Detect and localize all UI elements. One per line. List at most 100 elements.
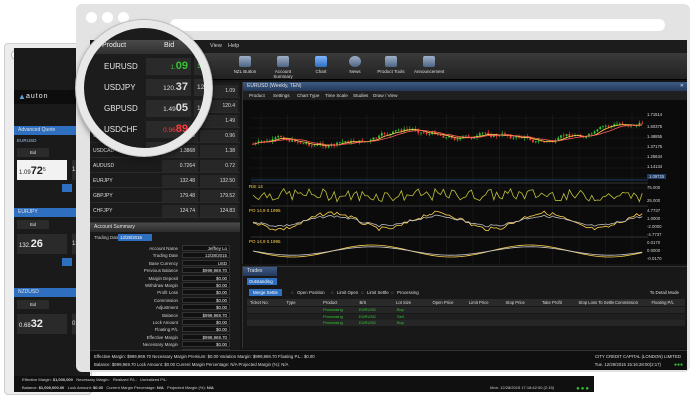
bid-price[interactable]: 0.6832 [17, 314, 67, 334]
bid-price[interactable]: 1.09725 [17, 160, 67, 180]
trades-column-header[interactable]: Ticket No. [250, 300, 269, 305]
quote-bid[interactable]: 132.48 [162, 175, 198, 187]
radio-processing[interactable]: Processing [397, 288, 419, 297]
chart-menu-time-scale[interactable]: Time Scale [325, 91, 348, 100]
bid-label: Bid [17, 220, 49, 229]
magnified-quote-row[interactable]: USDJPY 120.37 120.4 [84, 77, 204, 97]
account-field-label: Lock Amount [152, 320, 178, 325]
chart-menu-draw-view[interactable]: Draw / View [373, 91, 397, 100]
trades-column-header[interactable]: Stop Price [506, 300, 525, 305]
price-chart[interactable] [243, 100, 687, 264]
trades-column-header[interactable]: Commission [615, 300, 638, 305]
quote-row[interactable]: CHFJPY 124.74 124.83 [90, 204, 240, 218]
bid-label: Bid [17, 148, 49, 157]
magnified-quote-row[interactable]: EURUSD 1.09 1.09 [84, 56, 204, 76]
candle [562, 135, 565, 137]
nzl-button[interactable]: NZL Button [230, 55, 260, 74]
quote-ask[interactable]: 132.50 [200, 175, 238, 187]
account-field-label: Withdraw Margin [145, 283, 178, 288]
magnified-quote-row[interactable]: USDCHF 0.9689 0.96 [84, 119, 204, 139]
account-row: Adjustment $0.00 [90, 304, 240, 311]
magnified-quote-row[interactable]: GBPUSD 1.4905 1.49 [84, 98, 204, 118]
quote-row[interactable]: EURJPY 132.48 132.50 [90, 174, 240, 188]
magnifier: Product Bid EURUSD 1.09 1.09 USDJPY 120.37 12… [76, 20, 212, 156]
candle [596, 129, 599, 132]
trades-column-header[interactable]: Open Price [433, 300, 454, 305]
product-tools-button[interactable]: Product Tools [376, 55, 406, 74]
account-summary-button[interactable]: Account Summary [268, 55, 298, 79]
quote-bid[interactable]: 1.09 [146, 58, 191, 75]
quote-ask[interactable]: 179.52 [200, 190, 238, 202]
trade-row[interactable]: Processing EURUSD Sell [247, 313, 685, 320]
menu-help[interactable]: Help [228, 40, 239, 53]
trades-column-header[interactable]: Floating P/L [652, 300, 674, 305]
detail-mode-checkbox[interactable]: To Detail Mode [650, 288, 679, 297]
candle [378, 135, 380, 138]
chart-menu-settings[interactable]: Settings [273, 91, 290, 100]
account-field-label: Balance [162, 312, 178, 318]
candle [386, 133, 389, 135]
tab-outstanding[interactable]: Outstanding [247, 278, 277, 285]
quote-ask[interactable]: 124.83 [200, 205, 238, 217]
announcement-button[interactable]: Announcement [414, 55, 444, 74]
chart-button[interactable]: Chart [306, 55, 336, 74]
trades-column-header[interactable]: Take Profit [542, 300, 562, 305]
trades-column-header[interactable]: Product [323, 300, 337, 305]
quote-ask[interactable]: 0.72 [200, 160, 238, 172]
trading-date-select[interactable]: 12/28/2015 [118, 234, 152, 241]
chart-menu-product[interactable]: Product [249, 91, 265, 100]
quote-row[interactable]: AUDUSD 0.7264 0.72 [90, 159, 240, 173]
menu-view[interactable]: View [210, 40, 222, 53]
quote-bid[interactable]: 120.37 [146, 79, 191, 96]
radio-open-position[interactable]: Open Position [297, 288, 325, 297]
candle [590, 133, 593, 135]
account-field-label: Effective Margin [146, 334, 178, 340]
candle [484, 132, 487, 134]
quote-symbol: USDCHF [104, 125, 138, 134]
account-field-value: $999,969.70 [182, 267, 230, 274]
radio-limit-settle[interactable]: Limit Settle [367, 288, 389, 297]
candle [464, 135, 467, 137]
quote-bid[interactable]: 1.4905 [146, 100, 191, 117]
quote-ask[interactable]: 1.38 [200, 145, 238, 157]
quote-row[interactable]: GBPJPY 179.48 179.52 [90, 189, 240, 203]
trades-column-header[interactable]: Limit Price [469, 300, 489, 305]
chart-menu-studies[interactable]: Studies [353, 91, 368, 100]
quote-symbol: GBPJPY [93, 193, 113, 199]
quote-bid[interactable]: 0.9689 [146, 121, 191, 138]
account-field-value: USD [182, 259, 230, 266]
account-row: Lock Amount $0.00 [90, 319, 240, 326]
account-row: Balance $999,969.70 [90, 311, 240, 319]
account-field-value: $999,969.70 [182, 311, 230, 318]
trades-column-header[interactable]: Lot Size [396, 300, 411, 305]
trades-column-header[interactable]: Type [287, 300, 296, 305]
trades-column-header[interactable]: Stop Loss To Settle [579, 300, 615, 305]
close-icon[interactable]: ✕ [680, 83, 684, 89]
chart-menu-chart-type[interactable]: Chart Type [297, 91, 319, 100]
nzl-icon [239, 56, 251, 67]
account-field-label: Trading Date [152, 253, 178, 259]
account-row: Account Name Jeffrey Lo [90, 245, 240, 252]
company-name: CITY CREDIT CAPITAL (LONDON) LIMITED [594, 354, 681, 359]
account-field-value: $999,969.70 [182, 333, 230, 340]
quote-bid[interactable]: 124.74 [162, 205, 198, 217]
quote-ask[interactable]: 1.49 [200, 115, 238, 127]
trades-column-header[interactable]: B/S [360, 300, 367, 305]
quote-ask[interactable]: 120.4 [194, 79, 204, 96]
back-datetime: Mon. 12/28/2015 17:18:42:00 (2:15) [490, 385, 554, 390]
news-button[interactable]: News [340, 55, 370, 74]
merge-settle-button[interactable]: Merge Settle [249, 289, 282, 296]
candle [607, 125, 610, 127]
quote-bid[interactable]: 0.7264 [162, 160, 198, 172]
bid-price[interactable]: 132.26 [17, 234, 67, 254]
trade-row[interactable]: Processing EURUSD Buy [247, 320, 685, 326]
trade-button[interactable] [62, 184, 72, 192]
account-field-value: $0.00 [182, 341, 230, 348]
quote-bid[interactable]: 179.48 [162, 190, 198, 202]
trade-button[interactable] [62, 258, 72, 266]
quote-ask[interactable]: 0.96 [200, 130, 238, 142]
trade-row[interactable]: Processing EURUSD Buy [247, 307, 685, 313]
chart-icon [315, 56, 327, 67]
radio-limit-open[interactable]: Limit Open [337, 288, 358, 297]
address-bar[interactable] [170, 19, 665, 31]
